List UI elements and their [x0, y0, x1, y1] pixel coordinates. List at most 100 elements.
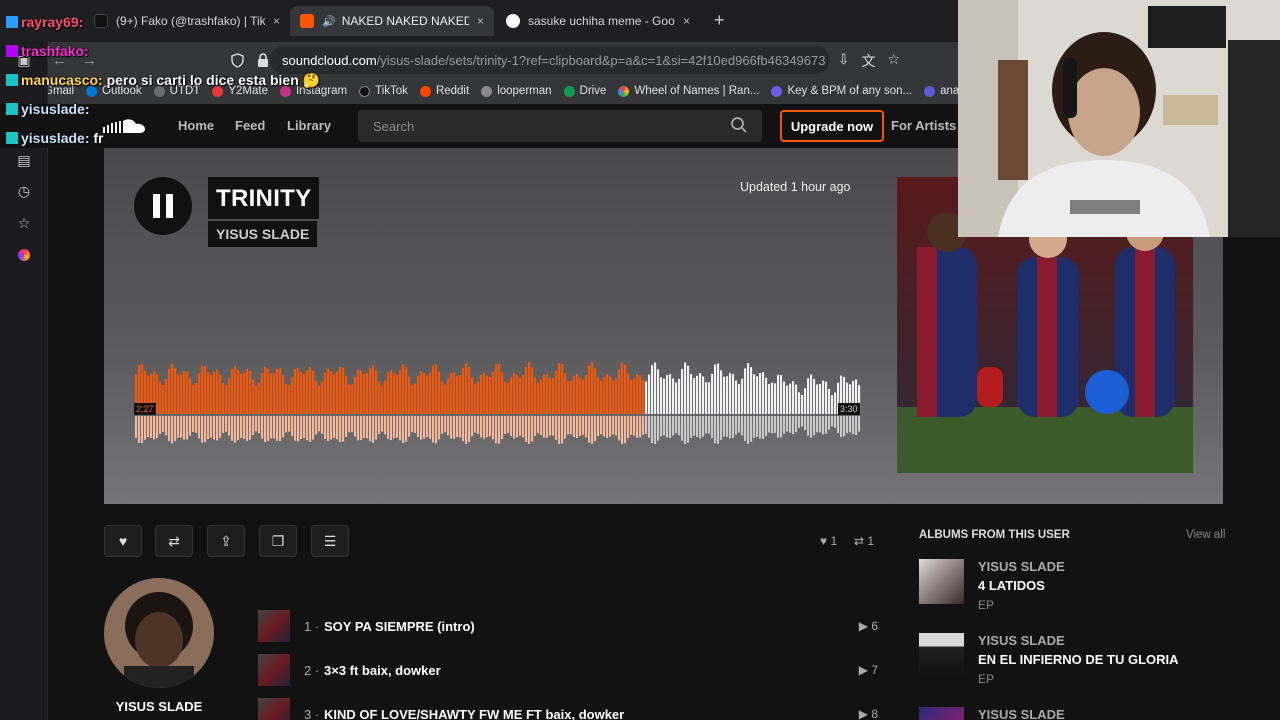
waveform-reflection-bar [540, 416, 543, 436]
bookmark-reddit[interactable]: Reddit [419, 85, 469, 97]
shield-icon[interactable] [230, 53, 245, 68]
install-app-icon[interactable]: ⇩ [838, 51, 850, 71]
waveform-bar [615, 378, 618, 414]
waveform-bar [483, 372, 486, 414]
waveform-bar [786, 385, 789, 414]
track-row[interactable]: 2 · 3×3 ft baix, dowker ▶ 7 [258, 654, 878, 686]
upgrade-now-button[interactable]: Upgrade now [780, 110, 884, 142]
waveform-reflection-bar [528, 416, 531, 444]
waveform-reflection-bar [144, 416, 147, 440]
waveform-reflection-bar [432, 416, 435, 443]
waveform-bar [798, 392, 801, 414]
share-button[interactable]: ⇪ [207, 525, 245, 557]
nav-library[interactable]: Library [287, 118, 331, 133]
track-row[interactable]: 3 · KIND OF LOVE/SHAWTY FW ME FT baix, d… [258, 698, 878, 720]
waveform-bar [363, 373, 366, 414]
reposts-count[interactable]: ⇄ 1 [854, 534, 874, 548]
repost-button[interactable]: ⇄ [155, 525, 193, 557]
waveform-reflection-bar [471, 416, 474, 437]
translate-icon[interactable]: 文 [861, 51, 875, 71]
album-artist[interactable]: YISUS SLADE [978, 707, 1065, 720]
nav-feed[interactable]: Feed [235, 118, 265, 133]
browser-tab-soundcloud[interactable]: 🔊 NAKED NAKED NAKED ft b... × [290, 6, 494, 36]
nav-home[interactable]: Home [178, 118, 214, 133]
bookmark-tiktok[interactable]: TikTok [359, 85, 408, 97]
track-title[interactable]: 3×3 ft baix, dowker [324, 663, 850, 678]
waveform-bar [579, 377, 582, 414]
heart-icon: ♥ [820, 534, 831, 548]
waveform-bar [504, 381, 507, 414]
lock-icon[interactable] [256, 52, 270, 68]
album-artist[interactable]: YISUS SLADE [978, 559, 1065, 574]
waveform-reflection-bar [168, 416, 171, 441]
waveform-bar [279, 368, 282, 414]
browser-tab-google[interactable]: sasuke uchiha meme - Google S... × [496, 6, 700, 36]
pause-button[interactable] [134, 177, 192, 235]
bookmark-drive[interactable]: Drive [563, 85, 606, 97]
track-row[interactable]: 1 · SOY PA SIEMPRE (intro) ▶ 6 [258, 610, 878, 642]
album-artist[interactable]: YISUS SLADE [978, 633, 1065, 648]
artist-name[interactable]: YISUS SLADE [104, 699, 214, 714]
track-title[interactable]: SOY PA SIEMPRE (intro) [324, 619, 850, 634]
waveform-reflection-bar [798, 416, 801, 428]
search-icon[interactable] [730, 116, 748, 134]
for-artists-link[interactable]: For Artists [891, 118, 956, 133]
album-item[interactable]: YISUS SLADE EN EL INFIERNO DE TU GLORIA … [919, 633, 1219, 693]
waveform-bar [180, 374, 183, 414]
bookmark-wheel-of-names[interactable]: Wheel of Names | Ran... [618, 85, 759, 97]
bookmark-analyser[interactable]: analyser [924, 85, 958, 97]
saved-icon[interactable]: ▤ [16, 152, 32, 168]
waveform-bar [633, 378, 636, 414]
waveform-bar [813, 378, 816, 414]
album-item[interactable]: YISUS SLADE [919, 707, 1219, 720]
new-tab-button[interactable]: + [714, 10, 725, 31]
waveform-bar [624, 364, 627, 414]
waveform-reflection-bar [609, 416, 612, 437]
waveform-bar [192, 384, 195, 414]
close-tab-icon[interactable]: × [273, 14, 280, 28]
add-to-next-up-button[interactable]: ☰ [311, 525, 349, 557]
likes-count[interactable]: ♥ 1 [820, 534, 837, 548]
soundcloud-logo-icon[interactable] [103, 118, 149, 134]
waveform-reflection-bar [189, 416, 192, 436]
waveform-bar [714, 364, 717, 414]
track-thumbnail [258, 698, 290, 720]
album-item[interactable]: YISUS SLADE 4 LATIDOS EP [919, 559, 1219, 619]
waveform-bar [378, 381, 381, 414]
waveform-bar [684, 362, 687, 414]
waveform-bar [663, 378, 666, 414]
history-clock-icon[interactable]: ◷ [16, 183, 32, 199]
waveform-bar [471, 377, 474, 414]
track-title[interactable]: KIND OF LOVE/SHAWTY FW ME FT baix, dowke… [324, 707, 850, 720]
search-input[interactable]: Search [358, 110, 762, 142]
like-button[interactable]: ♥ [104, 525, 142, 557]
close-tab-icon[interactable]: × [477, 14, 484, 28]
bookmark-star-icon[interactable]: ☆ [887, 51, 900, 71]
waveform-reflection-bar [588, 416, 591, 443]
waveform-reflection-bar [594, 416, 597, 442]
bookmark-key-bpm[interactable]: Key & BPM of any son... [771, 85, 912, 97]
url-field[interactable]: soundcloud.com/yisus-slade/sets/trinity-… [270, 46, 830, 74]
view-all-link[interactable]: View all [1186, 529, 1225, 541]
favorites-star-icon[interactable]: ☆ [16, 215, 32, 231]
playlist-artist[interactable]: YISUS SLADE [208, 221, 318, 247]
browser-tab-tiktok[interactable]: (9+) Fako (@trashfako) | TikTok × [84, 6, 290, 36]
artist-avatar[interactable] [104, 578, 214, 688]
waveform-reflection-bar [621, 416, 624, 444]
album-title[interactable]: EN EL INFIERNO DE TU GLORIA [978, 652, 1179, 667]
extension-icon[interactable] [16, 248, 32, 264]
waveform-reflection-bar [651, 416, 654, 443]
track-thumbnail [258, 654, 290, 686]
waveform-reflection-bar [576, 416, 579, 438]
waveform-bar [201, 365, 204, 414]
copy-link-button[interactable]: ❐ [259, 525, 297, 557]
waveform-reflection-bar [654, 416, 657, 444]
waveform-reflection-bar [795, 416, 798, 433]
waveform-reflection-bar [708, 416, 711, 434]
close-tab-icon[interactable]: × [683, 14, 690, 28]
waveform[interactable] [135, 350, 861, 445]
bookmark-looperman[interactable]: looperman [481, 85, 552, 97]
waveform-reflection-bar [300, 416, 303, 440]
waveform-bar [540, 379, 543, 414]
album-title[interactable]: 4 LATIDOS [978, 578, 1045, 593]
